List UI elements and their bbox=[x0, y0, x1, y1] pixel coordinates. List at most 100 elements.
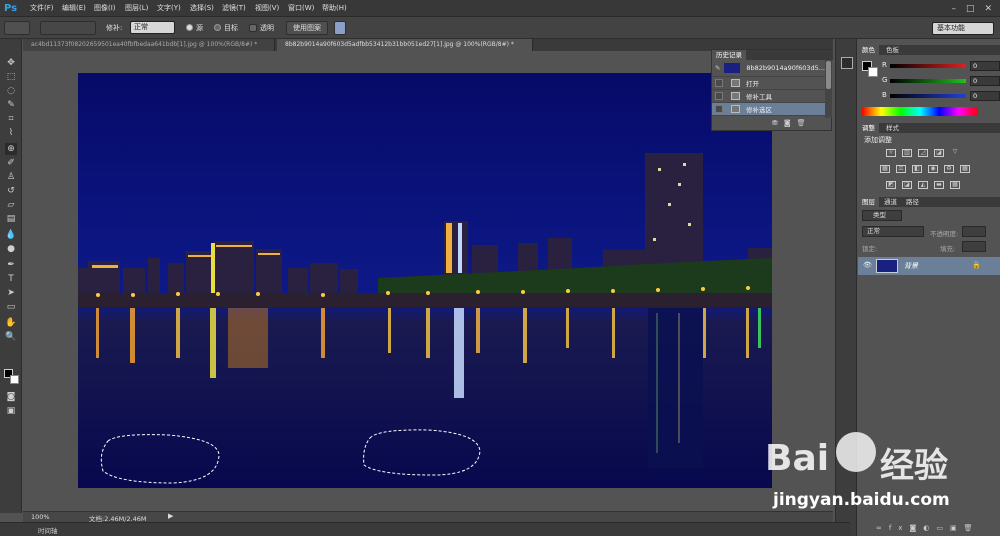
menu-help[interactable]: 帮助(H) bbox=[322, 0, 347, 17]
selection-mode-buttons[interactable] bbox=[40, 21, 96, 35]
layers-footer-icons[interactable]: ∞fx◙◐▭▣🗑 bbox=[876, 524, 979, 532]
tab-document-1[interactable]: ac4bd11373f08202659501ea40fbfbedaa641bdb… bbox=[23, 39, 275, 51]
transparent-checkbox[interactable] bbox=[249, 24, 257, 32]
destination-radio[interactable] bbox=[214, 24, 221, 31]
history-panel-icon[interactable] bbox=[841, 57, 853, 69]
source-radio[interactable] bbox=[186, 24, 193, 31]
night-city-photo[interactable] bbox=[78, 73, 772, 488]
layer-name[interactable]: 背景 bbox=[904, 261, 918, 271]
opacity-input[interactable] bbox=[962, 226, 986, 237]
vibrance-icon[interactable]: ▽ bbox=[950, 149, 960, 157]
menu-view[interactable]: 视图(V) bbox=[255, 0, 279, 17]
stamp-tool-icon[interactable]: ♙ bbox=[5, 171, 17, 183]
color-bg-swatch[interactable] bbox=[868, 67, 878, 77]
menu-image[interactable]: 图像(I) bbox=[94, 0, 116, 17]
tab-adjustments[interactable]: 调整 bbox=[858, 123, 879, 133]
red-value-input[interactable]: 0 bbox=[970, 61, 1000, 71]
history-footer-icons[interactable]: ⛃◙🗑 bbox=[772, 119, 812, 127]
dodge-tool-icon[interactable]: ● bbox=[5, 243, 17, 255]
curves-icon[interactable]: ◿ bbox=[918, 149, 928, 157]
menu-select[interactable]: 选择(S) bbox=[190, 0, 214, 17]
exposure-icon[interactable]: ◪ bbox=[934, 149, 944, 157]
history-brush-tool-icon[interactable]: ↺ bbox=[5, 185, 17, 197]
color-balance-icon[interactable]: ⚖ bbox=[896, 165, 906, 173]
quick-select-tool-icon[interactable]: ✎ bbox=[5, 99, 17, 111]
move-tool-icon[interactable]: ✥ bbox=[5, 57, 17, 69]
menu-filter[interactable]: 滤镜(T) bbox=[222, 0, 246, 17]
green-value-input[interactable]: 0 bbox=[970, 76, 1000, 86]
tab-styles[interactable]: 样式 bbox=[882, 123, 903, 133]
tab-layers[interactable]: 图层 bbox=[858, 197, 879, 207]
use-pattern-button[interactable]: 使用图案 bbox=[286, 21, 328, 35]
history-item-open[interactable]: 打开 bbox=[712, 77, 825, 90]
close-icon[interactable]: ✕ bbox=[984, 4, 992, 14]
tool-preset-button[interactable] bbox=[4, 21, 30, 35]
shape-tool-icon[interactable]: ▭ bbox=[5, 301, 17, 313]
history-checkbox[interactable] bbox=[715, 105, 723, 113]
eraser-tool-icon[interactable]: ▱ bbox=[5, 199, 17, 211]
channel-mixer-icon[interactable]: ♻ bbox=[944, 165, 954, 173]
visibility-eye-icon[interactable]: 👁 bbox=[863, 261, 872, 269]
patch-tool-icon[interactable]: ⊕ bbox=[5, 143, 17, 155]
brightness-icon[interactable]: ☼ bbox=[886, 149, 896, 157]
pen-tool-icon[interactable]: ✒ bbox=[5, 259, 17, 271]
levels-icon[interactable]: ▥ bbox=[902, 149, 912, 157]
history-snapshot[interactable]: ✎ 8b82b9014a90f603d5... bbox=[712, 60, 825, 77]
history-item-patch-selection[interactable]: 修补选区 bbox=[712, 103, 825, 116]
history-checkbox[interactable] bbox=[715, 79, 723, 87]
green-slider[interactable] bbox=[890, 79, 966, 83]
history-item-patch-tool[interactable]: 修补工具 bbox=[712, 90, 825, 103]
hand-tool-icon[interactable]: ✋ bbox=[5, 317, 17, 329]
layer-kind-filter[interactable]: 类型 bbox=[862, 210, 902, 221]
path-select-tool-icon[interactable]: ➤ bbox=[5, 287, 17, 299]
gradient-map-icon[interactable]: ▬ bbox=[934, 181, 944, 189]
invert-icon[interactable]: ◩ bbox=[886, 181, 896, 189]
fill-input[interactable] bbox=[962, 241, 986, 252]
background-color-swatch[interactable] bbox=[10, 375, 19, 384]
selective-color-icon[interactable]: ▦ bbox=[950, 181, 960, 189]
screen-mode-icon[interactable]: ▣ bbox=[5, 405, 17, 417]
menu-file[interactable]: 文件(F) bbox=[30, 0, 54, 17]
black-white-icon[interactable]: ◧ bbox=[912, 165, 922, 173]
history-scrollbar[interactable] bbox=[825, 60, 832, 118]
eyedropper-tool-icon[interactable]: ⌇ bbox=[5, 127, 17, 139]
tab-swatches[interactable]: 色板 bbox=[882, 45, 903, 55]
threshold-icon[interactable]: ◭ bbox=[918, 181, 928, 189]
brush-tool-icon[interactable]: ✐ bbox=[5, 157, 17, 169]
minimize-icon[interactable]: – bbox=[951, 4, 956, 14]
blend-mode-select[interactable]: 正常 bbox=[862, 226, 924, 237]
history-tab[interactable]: 历史记录 bbox=[712, 50, 746, 60]
quick-mask-icon[interactable]: ◙ bbox=[5, 391, 17, 403]
zoom-tool-icon[interactable]: 🔍 bbox=[5, 331, 17, 343]
blue-slider[interactable] bbox=[890, 94, 966, 98]
tab-color[interactable]: 颜色 bbox=[858, 45, 879, 55]
timeline-label[interactable]: 时间轴 bbox=[38, 525, 58, 535]
lasso-tool-icon[interactable]: ◌ bbox=[5, 85, 17, 97]
hue-saturation-icon[interactable]: ▦ bbox=[880, 165, 890, 173]
history-checkbox[interactable] bbox=[715, 92, 723, 100]
tab-document-2[interactable]: 8b82b9014a90f603d5adfbb53412b31bb051ed27… bbox=[277, 39, 533, 51]
color-lookup-icon[interactable]: ▦ bbox=[960, 165, 970, 173]
type-tool-icon[interactable]: T bbox=[5, 273, 17, 285]
crop-tool-icon[interactable]: ⌗ bbox=[5, 113, 17, 125]
gradient-tool-icon[interactable]: ▤ bbox=[5, 213, 17, 225]
pattern-picker[interactable] bbox=[334, 21, 346, 35]
patch-mode-select[interactable]: 正常 bbox=[130, 21, 175, 34]
color-spectrum[interactable] bbox=[862, 107, 978, 116]
red-slider[interactable] bbox=[890, 64, 966, 68]
layer-row-background[interactable]: 👁 背景 🔒 bbox=[858, 257, 1000, 275]
blur-tool-icon[interactable]: 💧 bbox=[5, 229, 17, 241]
tab-channels[interactable]: 通道 bbox=[880, 197, 901, 207]
posterize-icon[interactable]: ◪ bbox=[902, 181, 912, 189]
menu-edit[interactable]: 编辑(E) bbox=[62, 0, 86, 17]
zoom-level[interactable]: 100% bbox=[31, 513, 50, 521]
photo-filter-icon[interactable]: ◉ bbox=[928, 165, 938, 173]
menu-type[interactable]: 文字(Y) bbox=[157, 0, 181, 17]
menu-layer[interactable]: 图层(L) bbox=[125, 0, 148, 17]
maximize-icon[interactable]: □ bbox=[966, 4, 975, 14]
blue-value-input[interactable]: 0 bbox=[970, 91, 1000, 101]
tab-paths[interactable]: 路径 bbox=[902, 197, 923, 207]
marquee-tool-icon[interactable]: ⬚ bbox=[5, 71, 17, 83]
scroll-thumb[interactable] bbox=[826, 61, 831, 89]
menu-window[interactable]: 窗口(W) bbox=[288, 0, 314, 17]
